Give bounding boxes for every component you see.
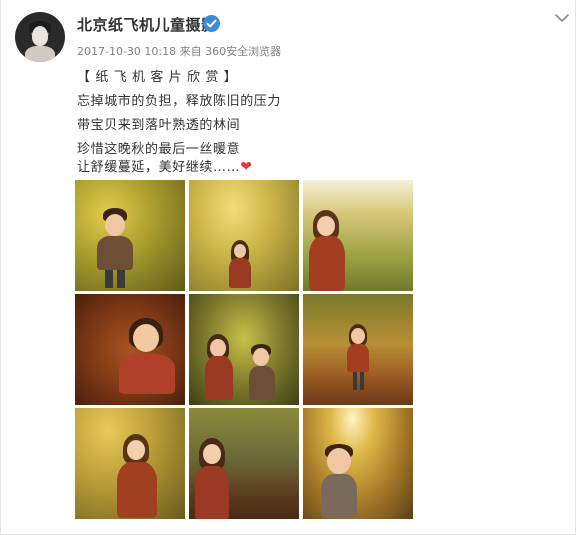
photo-grid xyxy=(75,180,413,520)
avatar-body xyxy=(25,46,55,62)
chevron-down-icon[interactable] xyxy=(554,12,570,24)
post-text-line: 带宝贝来到落叶熟透的林间 xyxy=(77,118,241,133)
post-text-line: 珍惜这晚秋的最后一丝暖意 xyxy=(77,142,241,157)
avatar[interactable] xyxy=(15,12,65,62)
post-meta: 2017-10-30 10:18 来自 360安全浏览器 xyxy=(77,43,281,59)
checkmark-icon xyxy=(206,19,217,28)
photo-thumbnail-boy-in-ginkgo-forest[interactable] xyxy=(75,180,185,291)
post-text-title: 【 纸 飞 机 客 片 欣 赏 】 xyxy=(77,70,238,85)
post-text-line5: 让舒缓蔓延，美好继续…… xyxy=(77,160,241,175)
post-source: 来自 360安全浏览器 xyxy=(179,45,282,58)
photo-thumbnail-girl-dancing-in-park[interactable] xyxy=(303,294,413,405)
photo-thumbnail-two-kids-playing[interactable] xyxy=(189,294,299,405)
photo-thumbnail-girl-in-red-dress-smiling[interactable] xyxy=(303,180,413,291)
photo-thumbnail-girl-lying-in-leaves[interactable] xyxy=(75,294,185,405)
weibo-post: 北京纸飞机儿童摄影 2017-10-30 10:18 来自 360安全浏览器 【… xyxy=(0,0,576,535)
photo-thumbnail-girl-with-bubble[interactable] xyxy=(75,408,185,519)
photo-thumbnail-girl-in-sunlight-forest[interactable] xyxy=(303,408,413,519)
verified-badge-icon xyxy=(203,15,220,32)
avatar-face xyxy=(32,26,48,46)
photo-thumbnail-girl-standing-autumn-path[interactable] xyxy=(189,408,299,519)
heart-emoji-icon: ❤ xyxy=(240,159,253,175)
post-timestamp[interactable]: 2017-10-30 10:18 xyxy=(77,45,176,58)
photo-thumbnail-girl-under-golden-trees[interactable] xyxy=(189,180,299,291)
post-text-line: 忘掉城市的负担，释放陈旧的压力 xyxy=(77,94,282,109)
post-text-line: 让舒缓蔓延，美好继续……❤ xyxy=(77,156,253,175)
username[interactable]: 北京纸飞机儿童摄影 xyxy=(77,14,217,35)
